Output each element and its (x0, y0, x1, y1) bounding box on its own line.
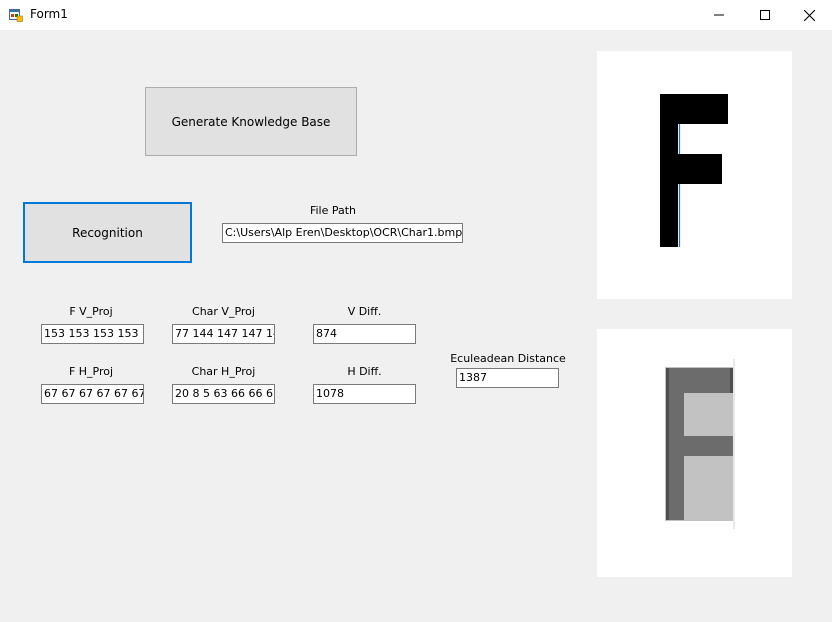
char-h-proj-field[interactable]: 20 8 5 63 66 66 67 67 (172, 384, 275, 404)
close-icon (803, 9, 815, 21)
input-letter-f-image (665, 359, 735, 529)
minimize-icon (714, 14, 724, 16)
window-title: Form1 (30, 7, 68, 21)
recognition-label: Recognition (72, 225, 143, 240)
h-diff-field[interactable]: 1078 (313, 384, 416, 404)
char-v-proj-field[interactable]: 77 144 147 147 147 (172, 324, 275, 344)
title-bar: Form1 (0, 0, 832, 30)
recognition-button[interactable]: Recognition (23, 202, 192, 263)
reference-picture-box (597, 51, 792, 299)
f-v-proj-label: F V_Proj (69, 305, 113, 318)
f-h-proj-label: F H_Proj (68, 365, 114, 378)
app-icon (9, 9, 23, 22)
euclidean-distance-label: Eculeadean Distance (450, 352, 566, 365)
generate-knowledge-base-label: Generate Knowledge Base (171, 114, 331, 129)
f-h-proj-field[interactable]: 67 67 67 67 67 67 67 (41, 384, 144, 404)
minimize-button[interactable] (696, 0, 742, 30)
char-h-proj-label: Char H_Proj (191, 365, 256, 378)
v-diff-field[interactable]: 874 (313, 324, 416, 344)
maximize-button[interactable] (742, 0, 788, 30)
char-v-proj-label: Char V_Proj (192, 305, 255, 318)
f-v-proj-field[interactable]: 153 153 153 153 153 (41, 324, 144, 344)
generate-knowledge-base-button[interactable]: Generate Knowledge Base (145, 87, 357, 156)
v-diff-label: V Diff. (347, 305, 382, 318)
close-button[interactable] (786, 0, 832, 30)
h-diff-label: H Diff. (347, 365, 382, 378)
file-path-label: File Path (309, 204, 357, 217)
input-picture-box (597, 329, 792, 577)
maximize-icon (760, 10, 770, 20)
reference-letter-f-image (660, 94, 728, 247)
file-path-input[interactable]: C:\Users\Alp Eren\Desktop\OCR\Char1.bmp (222, 223, 463, 243)
euclidean-distance-field[interactable]: 1387 (456, 368, 559, 388)
